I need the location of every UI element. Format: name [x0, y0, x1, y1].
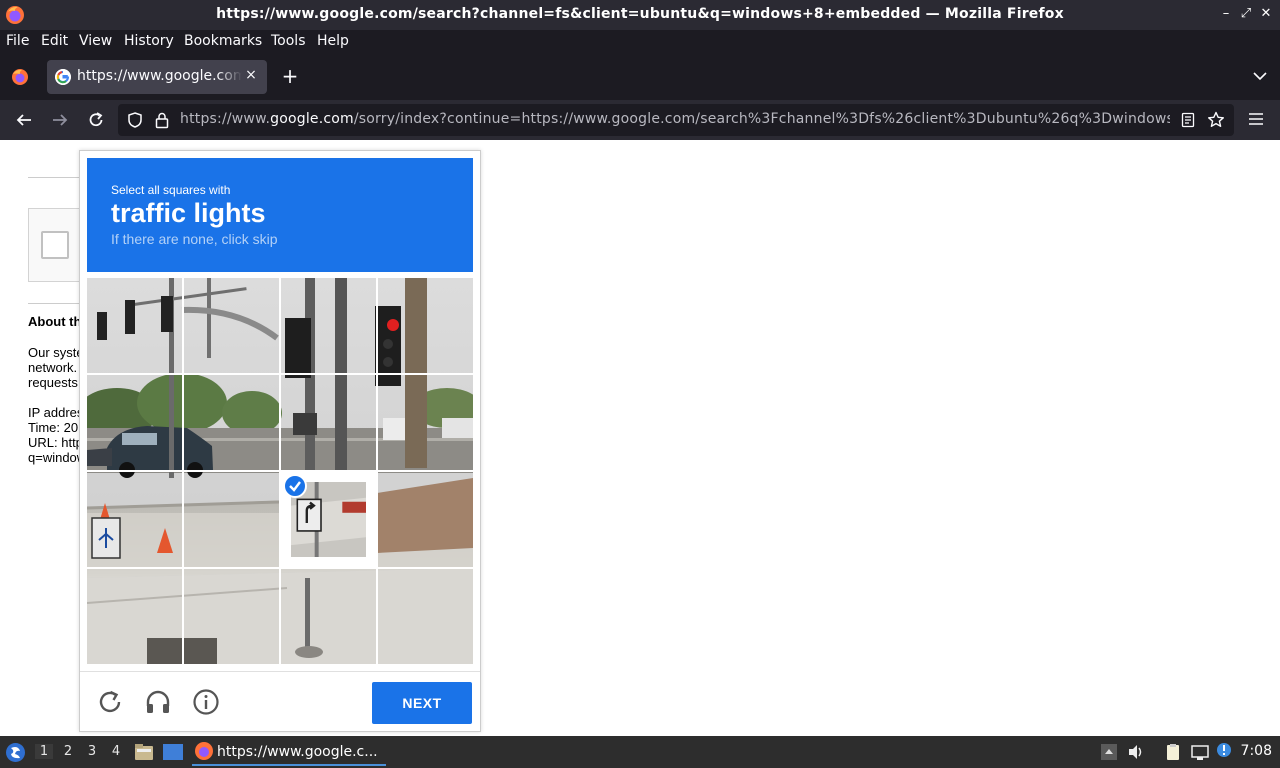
menu-bar: File Edit View History Bookmarks Tools H… — [0, 30, 1280, 54]
shield-icon[interactable] — [126, 111, 144, 129]
window-title: https://www.google.com/search?channel=fs… — [216, 6, 1064, 22]
recaptcha-checkbox[interactable] — [41, 231, 69, 259]
url-prefix: https://www. — [180, 111, 271, 127]
tab-strip: https://www.google.com/sorry/index × + — [0, 54, 1280, 100]
minimize-icon[interactable]: – — [1218, 6, 1234, 22]
reload-icon[interactable] — [86, 110, 106, 130]
grid-tile-7[interactable] — [378, 375, 473, 470]
notification-icon[interactable] — [1215, 741, 1233, 759]
maximize-icon[interactable]: ⤢ — [1238, 6, 1254, 22]
reload-challenge-icon[interactable] — [96, 688, 124, 716]
grid-tile-14[interactable] — [281, 569, 376, 664]
grid-tile-12[interactable] — [87, 569, 182, 664]
bookmark-star-icon[interactable] — [1207, 111, 1225, 129]
file-manager-icon[interactable] — [134, 743, 154, 761]
forward-arrow-icon[interactable] — [50, 110, 70, 130]
workspace-4[interactable]: 4 — [107, 744, 125, 759]
info-line: q=window — [28, 450, 87, 465]
taskbar: 1 2 3 4 https://www.google.c... 7:08 — [0, 736, 1280, 768]
volume-icon[interactable] — [1127, 743, 1145, 761]
taskbar-firefox-window[interactable]: https://www.google.c... — [192, 738, 386, 766]
info-line: IP addres — [28, 405, 84, 420]
grid-tile-3[interactable] — [378, 278, 473, 373]
clock: 7:08 — [1240, 743, 1272, 759]
url-text[interactable]: https://www.google.com/sorry/index?conti… — [180, 111, 1170, 127]
grid-tile-11[interactable] — [378, 472, 473, 567]
chevron-down-icon[interactable] — [1252, 68, 1268, 84]
menu-edit[interactable]: Edit — [41, 33, 68, 49]
info-icon[interactable] — [192, 688, 220, 716]
recaptcha-challenge-dialog: Select all squares with traffic lights I… — [79, 150, 481, 732]
grid-tile-4[interactable] — [87, 375, 182, 470]
grid-tile-1[interactable] — [184, 278, 279, 373]
grid-tile-9[interactable] — [184, 472, 279, 567]
grid-tile-0[interactable] — [87, 278, 182, 373]
url-domain: google.com — [270, 111, 354, 127]
body-text-line: network. — [28, 360, 78, 375]
url-path: /sorry/index?continue=https://www.google… — [353, 111, 1170, 127]
info-line: URL: http — [28, 435, 83, 450]
taskbar-window-label: https://www.google.c... — [217, 744, 378, 760]
window-titlebar: https://www.google.com/search?channel=fs… — [0, 0, 1280, 30]
instruction-target: traffic lights — [111, 198, 266, 228]
instruction-hint: If there are none, click skip — [111, 231, 278, 247]
reader-view-icon[interactable] — [1180, 112, 1196, 128]
tab-label: https://www.google.com/sorry/index — [77, 68, 242, 84]
next-button[interactable]: NEXT — [372, 682, 472, 724]
divider — [28, 303, 80, 304]
info-line: Time: 20 — [28, 420, 79, 435]
body-text-line: Our syste — [28, 345, 84, 360]
grid-tile-6[interactable] — [281, 375, 376, 470]
desktop-icon[interactable] — [163, 744, 183, 760]
tab-google-sorry[interactable]: https://www.google.com/sorry/index × — [47, 60, 267, 94]
clipboard-icon[interactable] — [1164, 743, 1182, 761]
navigation-toolbar: https://www.google.com/sorry/index?conti… — [0, 100, 1280, 140]
lock-icon[interactable] — [154, 111, 170, 129]
network-icon[interactable] — [1191, 743, 1209, 761]
grid-tile-15[interactable] — [378, 569, 473, 664]
hamburger-menu-icon[interactable] — [1247, 110, 1265, 128]
back-arrow-icon[interactable] — [14, 110, 34, 130]
firefox-icon — [195, 742, 213, 760]
menu-tools[interactable]: Tools — [271, 33, 306, 49]
grid-tile-5[interactable] — [184, 375, 279, 470]
firefox-view-icon[interactable] — [10, 67, 30, 87]
grid-tile-2[interactable] — [281, 278, 376, 373]
menu-history[interactable]: History — [124, 33, 174, 49]
challenge-footer: NEXT — [80, 671, 480, 731]
grid-tile-13[interactable] — [184, 569, 279, 664]
menu-file[interactable]: File — [6, 33, 29, 49]
headphones-icon[interactable] — [144, 688, 172, 716]
image-grid — [87, 278, 473, 664]
checkmark-icon — [283, 474, 307, 498]
google-favicon-icon — [55, 69, 71, 85]
grid-tile-8[interactable] — [87, 472, 182, 567]
body-text-line: requests — [28, 375, 78, 390]
tray-arrow-icon[interactable] — [1100, 743, 1118, 761]
menu-bookmarks[interactable]: Bookmarks — [184, 33, 262, 49]
tab-close-icon[interactable]: × — [243, 67, 259, 85]
challenge-header: Select all squares with traffic lights I… — [87, 158, 473, 272]
menu-view[interactable]: View — [79, 33, 112, 49]
close-window-icon[interactable]: ✕ — [1258, 6, 1274, 22]
new-tab-button[interactable]: + — [280, 66, 300, 86]
divider — [28, 177, 80, 178]
menu-help[interactable]: Help — [317, 33, 349, 49]
about-heading: About th — [28, 314, 82, 329]
workspace-2[interactable]: 2 — [59, 744, 77, 759]
instruction-text: Select all squares with — [111, 183, 231, 197]
url-bar[interactable]: https://www.google.com/sorry/index?conti… — [118, 104, 1234, 136]
app-menu-icon[interactable] — [5, 742, 26, 763]
workspace-1[interactable]: 1 — [35, 744, 53, 759]
workspace-3[interactable]: 3 — [83, 744, 101, 759]
